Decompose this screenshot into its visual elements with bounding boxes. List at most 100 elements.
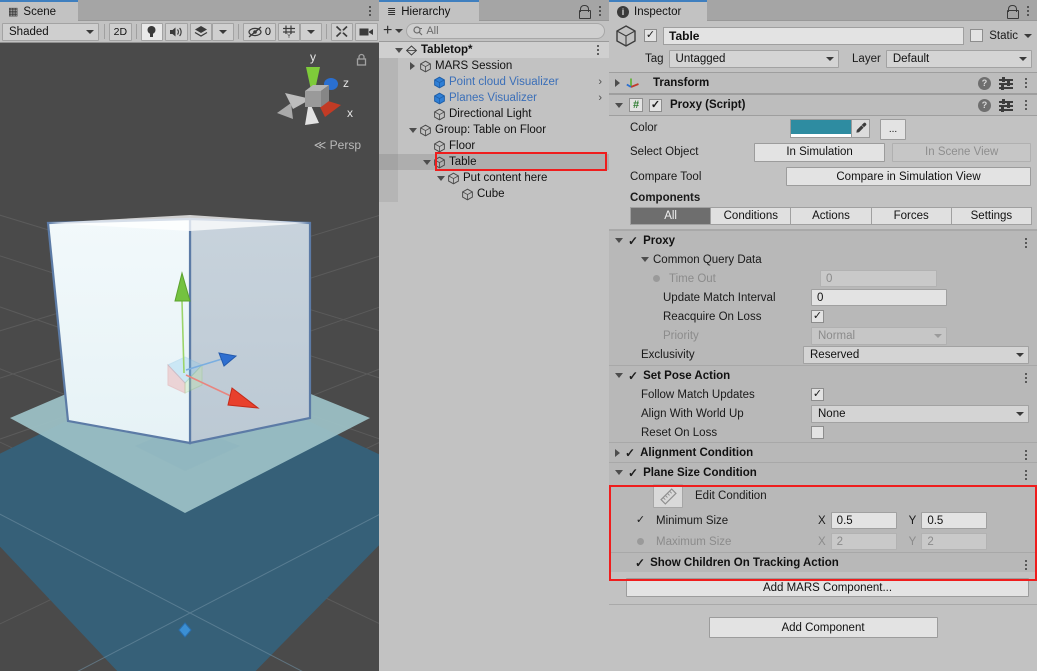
collapse-triangle-icon[interactable] <box>641 257 649 262</box>
scene-orientation-gizmo[interactable]: y z x <box>263 47 363 147</box>
row-common-query-data[interactable]: Common Query Data <box>609 250 1037 269</box>
hierarchy-item-mars-session[interactable]: MARS Session <box>379 58 609 74</box>
chevron-right-icon[interactable]: › <box>598 76 602 88</box>
preset-icon[interactable] <box>999 77 1013 89</box>
help-icon[interactable]: ? <box>978 77 991 90</box>
mode-2d-button[interactable]: 2D <box>109 23 132 41</box>
hierarchy-item-planes-visualizer[interactable]: Planes Visualizer› <box>379 90 609 106</box>
lighting-toggle-button[interactable] <box>141 23 163 41</box>
collapse-triangle-icon[interactable] <box>615 373 623 378</box>
chevron-down-icon[interactable] <box>395 29 403 33</box>
hierarchy-item-tabletop[interactable]: Tabletop* <box>379 42 609 58</box>
hierarchy-item-group-table-on-floor[interactable]: Group: Table on Floor <box>379 122 609 138</box>
scene-viewport[interactable]: y z x ≪ P <box>0 43 379 671</box>
maximum-size-y-input[interactable]: 2 <box>921 533 987 550</box>
hierarchy-tree[interactable]: Tabletop*MARS SessionPoint cloud Visuali… <box>379 42 609 671</box>
component-options-kebab-icon[interactable] <box>1021 98 1031 112</box>
add-component-button[interactable]: Add Component <box>709 617 938 638</box>
filter-tab-all[interactable]: All <box>630 207 711 225</box>
proxy-script-enabled-checkbox[interactable]: ✓ <box>649 99 662 112</box>
help-icon[interactable]: ? <box>978 99 991 112</box>
section-header-set-pose-action[interactable]: ✓ Set Pose Action <box>609 365 1037 385</box>
section-options-kebab-icon[interactable] <box>1021 371 1031 385</box>
compare-in-simulation-view-button[interactable]: Compare in Simulation View <box>786 167 1031 186</box>
reacquire-on-loss-checkbox[interactable]: ✓ <box>811 310 824 323</box>
component-header-proxy-script[interactable]: # ✓ Proxy (Script) ? <box>609 94 1037 116</box>
section-options-kebab-icon[interactable] <box>1021 468 1031 482</box>
tab-hierarchy[interactable]: ≣ Hierarchy <box>379 0 479 21</box>
section-options-kebab-icon[interactable] <box>1021 236 1031 250</box>
scene-context-kebab-icon[interactable] <box>593 43 603 57</box>
add-mars-component-button[interactable]: Add MARS Component... <box>626 578 1029 597</box>
grid-snap-button[interactable]: Y <box>278 23 300 41</box>
scene-visibility-button[interactable]: 0 <box>243 23 276 41</box>
priority-dropdown[interactable]: Normal <box>811 327 947 345</box>
time-out-toggle-bullet-icon[interactable] <box>653 275 660 282</box>
tab-scene[interactable]: ▦ Scene <box>0 0 78 21</box>
component-header-transform[interactable]: Transform ? <box>609 72 1037 94</box>
expand-triangle-icon[interactable] <box>615 79 620 87</box>
static-dropdown-chevron-icon[interactable] <box>1024 34 1032 38</box>
effects-toggle-button[interactable] <box>190 23 212 41</box>
follow-match-updates-checkbox[interactable]: ✓ <box>811 388 824 401</box>
scene-options-kebab-icon[interactable] <box>365 4 375 18</box>
hierarchy-search-input[interactable]: All <box>406 23 605 39</box>
collapse-triangle-icon[interactable] <box>392 48 405 53</box>
collapse-triangle-icon[interactable] <box>434 176 447 181</box>
collapse-triangle-icon[interactable] <box>615 470 623 475</box>
audio-toggle-button[interactable] <box>165 23 188 41</box>
section-header-plane-size-condition[interactable]: ✓ Plane Size Condition <box>609 462 1037 482</box>
in-simulation-button[interactable]: In Simulation <box>754 143 886 162</box>
time-out-input[interactable]: 0 <box>820 270 937 287</box>
align-with-world-up-dropdown[interactable]: None <box>811 405 1029 423</box>
section-header-alignment-condition[interactable]: ✓ Alignment Condition <box>609 442 1037 462</box>
grid-snap-dropdown-button[interactable] <box>300 23 322 41</box>
in-scene-view-button[interactable]: In Scene View <box>892 143 1031 162</box>
filter-tab-conditions[interactable]: Conditions <box>710 207 791 225</box>
gameobject-enabled-checkbox[interactable]: ✓ <box>644 29 657 42</box>
collapse-triangle-icon[interactable] <box>615 238 623 243</box>
hierarchy-item-point-cloud-visualizer[interactable]: Point cloud Visualizer› <box>379 74 609 90</box>
scene-view-lock-icon[interactable] <box>356 53 367 69</box>
hierarchy-options-kebab-icon[interactable] <box>595 4 605 18</box>
eyedropper-icon[interactable] <box>852 119 870 138</box>
scene-camera-button[interactable] <box>355 23 378 41</box>
tag-dropdown[interactable]: Untagged <box>669 50 839 68</box>
reset-on-loss-checkbox[interactable]: ✓ <box>811 426 824 439</box>
layer-dropdown[interactable]: Default <box>886 50 1032 68</box>
inspector-lock-icon[interactable] <box>1006 5 1017 17</box>
preset-icon[interactable] <box>999 99 1013 111</box>
hierarchy-item-floor[interactable]: Floor <box>379 138 609 154</box>
edit-condition-button[interactable] <box>653 484 683 508</box>
minimum-size-x-input[interactable]: 0.5 <box>831 512 897 529</box>
component-tools-button[interactable] <box>331 23 353 41</box>
color-more-button[interactable]: ... <box>880 119 906 140</box>
scene-projection-label[interactable]: ≪ Persp <box>314 138 361 152</box>
hierarchy-add-button[interactable]: + <box>383 25 392 37</box>
shading-mode-dropdown[interactable]: Shaded <box>2 23 99 41</box>
chevron-right-icon[interactable]: › <box>598 92 602 104</box>
exclusivity-dropdown[interactable]: Reserved <box>803 346 1029 364</box>
maximum-size-toggle-bullet-icon[interactable] <box>637 538 644 545</box>
filter-tab-actions[interactable]: Actions <box>790 207 871 225</box>
section-options-kebab-icon[interactable] <box>1021 558 1031 572</box>
maximum-size-x-input[interactable]: 2 <box>831 533 897 550</box>
collapse-triangle-icon[interactable] <box>615 103 623 108</box>
filter-tab-forces[interactable]: Forces <box>871 207 952 225</box>
expand-triangle-icon[interactable] <box>406 62 419 70</box>
section-header-show-children-action[interactable]: ✓ Show Children On Tracking Action <box>609 552 1037 572</box>
inspector-options-kebab-icon[interactable] <box>1023 4 1033 18</box>
filter-tab-settings[interactable]: Settings <box>951 207 1032 225</box>
tab-inspector[interactable]: i Inspector <box>609 0 707 21</box>
expand-triangle-icon[interactable] <box>615 449 620 457</box>
gameobject-name-input[interactable]: Table <box>663 27 964 45</box>
minimum-size-y-input[interactable]: 0.5 <box>921 512 987 529</box>
color-swatch-field[interactable] <box>790 119 852 138</box>
section-header-proxy[interactable]: ✓ Proxy <box>609 230 1037 250</box>
update-match-interval-input[interactable]: 0 <box>811 289 947 306</box>
collapse-triangle-icon[interactable] <box>406 128 419 133</box>
hierarchy-item-cube[interactable]: Cube <box>379 186 609 202</box>
static-checkbox[interactable]: ✓ <box>970 29 983 42</box>
minimum-size-checkbox[interactable]: ✓ <box>634 514 647 527</box>
hierarchy-item-put-content-here[interactable]: Put content here <box>379 170 609 186</box>
